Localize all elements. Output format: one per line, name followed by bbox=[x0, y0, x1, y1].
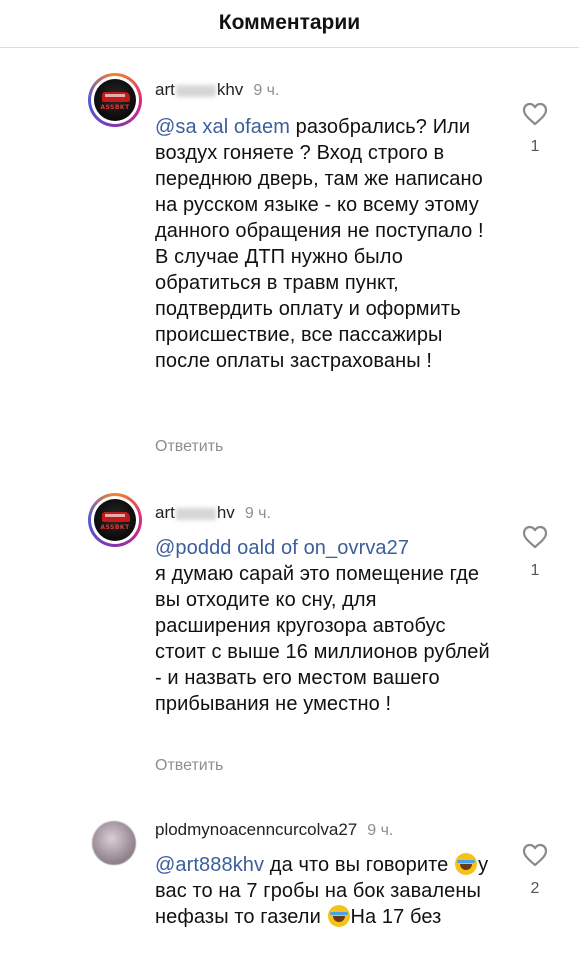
username[interactable]: art hv bbox=[155, 503, 235, 523]
like-button[interactable] bbox=[521, 101, 549, 127]
reply-button[interactable]: Ответить bbox=[155, 438, 223, 456]
avatar[interactable] bbox=[92, 821, 136, 865]
like-count: 2 bbox=[530, 880, 540, 897]
header: Комментарии bbox=[0, 0, 579, 46]
tears-of-joy-icon bbox=[327, 905, 350, 927]
comment-header: art khv 9 ч. bbox=[155, 80, 279, 102]
heart-icon bbox=[522, 525, 548, 549]
comment-text: @art888khv да что вы говорите у вас то н… bbox=[155, 853, 489, 928]
heart-icon bbox=[522, 102, 548, 126]
comment-header: art hv 9 ч. bbox=[155, 503, 271, 525]
comment-text: @poddd oald of on_ovrva27 я думаю сарай э… bbox=[155, 537, 490, 715]
mention-link[interactable]: @art888khv bbox=[155, 854, 264, 876]
reply-button[interactable]: Ответить bbox=[155, 757, 223, 775]
avatar[interactable]: ASSBKT bbox=[88, 73, 142, 127]
mention-link[interactable]: @poddd oald of on_ovrva27 bbox=[155, 537, 409, 559]
like-button[interactable] bbox=[521, 842, 549, 868]
timestamp: 9 ч. bbox=[367, 822, 394, 839]
page-title: Комментарии bbox=[218, 11, 361, 34]
like-count: 1 bbox=[530, 138, 540, 155]
like-button[interactable] bbox=[521, 524, 549, 550]
comment-header: plodmynoacenncurcolva27 9 ч. bbox=[155, 820, 393, 842]
tears-of-joy-icon bbox=[455, 853, 478, 875]
avatar[interactable]: ASSBKT bbox=[88, 493, 142, 547]
username[interactable]: art khv bbox=[155, 80, 243, 100]
username[interactable]: plodmynoacenncurcolva27 bbox=[155, 820, 357, 840]
timestamp: 9 ч. bbox=[253, 82, 280, 99]
header-divider bbox=[0, 47, 579, 48]
like-count: 1 bbox=[530, 562, 540, 579]
comment-text: @sa xal ofaem разобрались? Или воздух го… bbox=[155, 116, 484, 372]
timestamp: 9 ч. bbox=[244, 505, 271, 522]
heart-icon bbox=[522, 843, 548, 867]
mention-link[interactable]: @sa xal ofaem bbox=[155, 116, 290, 138]
